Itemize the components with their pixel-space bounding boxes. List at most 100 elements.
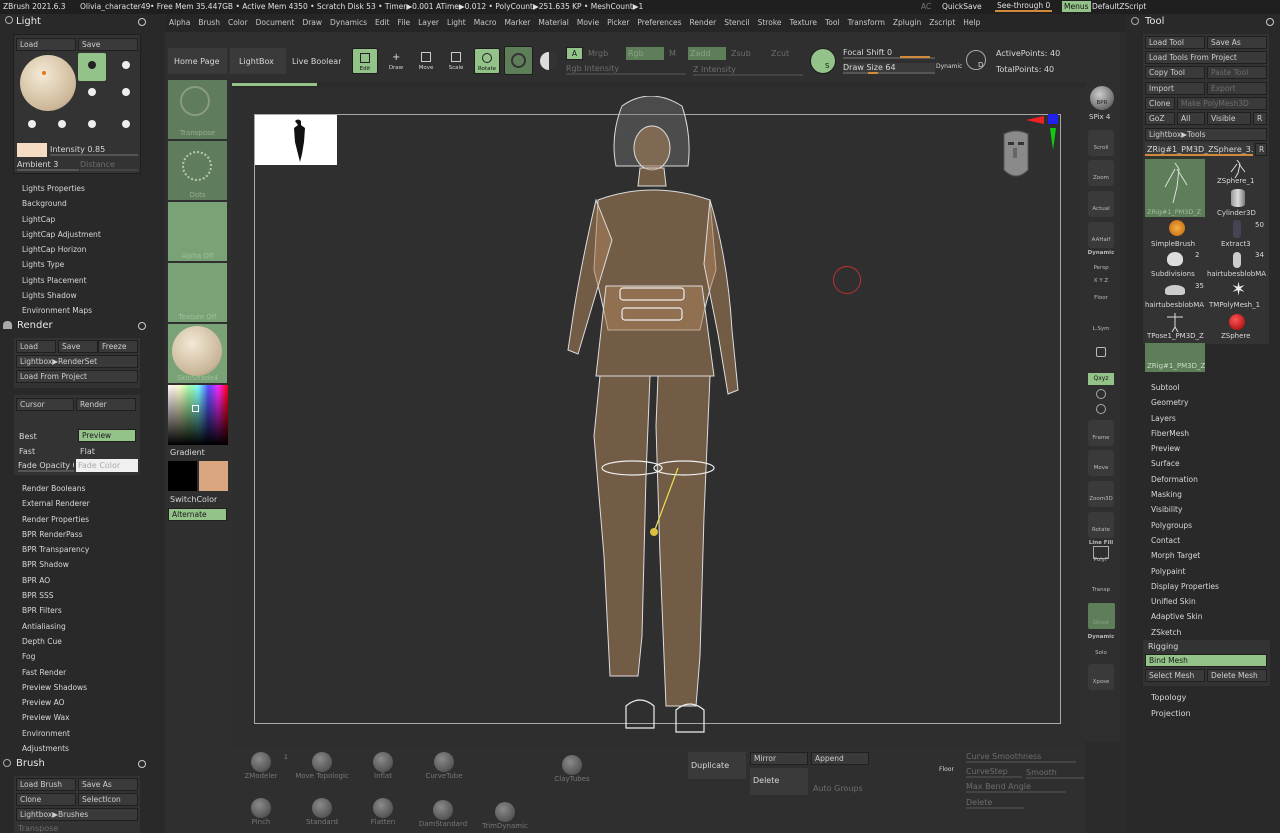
mirror-button[interactable]: Mirror — [750, 752, 808, 765]
light-save-button[interactable]: Save — [78, 38, 138, 51]
mrgb-toggle[interactable]: Mrgb — [588, 49, 608, 58]
xpose-button[interactable]: Xpose — [1088, 664, 1114, 690]
tool-thumb-cylinder[interactable]: Cylinder3D — [1207, 189, 1267, 218]
curvetube-brush-button[interactable]: CurveTube — [422, 752, 466, 782]
preview-button[interactable]: Preview — [78, 429, 136, 442]
rotate-axis-2-icon[interactable] — [1096, 404, 1106, 414]
load-tool-button[interactable]: Load Tool — [1145, 36, 1205, 49]
tool-thumb-simplebrush[interactable]: SimpleBrush — [1145, 220, 1205, 249]
trimdynamic-brush-button[interactable]: TrimDynamic — [480, 802, 530, 832]
bpr-transparency-item[interactable]: BPR Transparency — [0, 542, 160, 557]
select-icon-button[interactable]: SelectIcon — [78, 793, 138, 806]
menu-marker[interactable]: Marker — [500, 14, 534, 27]
best-button[interactable]: Best — [19, 432, 37, 441]
menu-zplugin[interactable]: Zplugin — [889, 14, 925, 27]
bpr-ao-item[interactable]: BPR AO — [0, 573, 160, 588]
rotate-view-button[interactable]: Rotate — [1088, 512, 1114, 538]
bpr-button[interactable]: BPR — [1090, 86, 1114, 110]
rgb-intensity-slider[interactable]: Rgb Intensity — [566, 64, 686, 75]
tool-thumb-zrig[interactable]: ZRig#1_PM3D_Z — [1145, 159, 1205, 217]
render-button[interactable]: Render — [76, 398, 136, 411]
brush-saveas-button[interactable]: Save As — [78, 778, 138, 791]
material-thumb[interactable]: SkinShade4 — [168, 324, 227, 383]
zoom-button[interactable]: Zoom — [1088, 160, 1114, 186]
dynamic-toggle[interactable]: Dynamic — [936, 63, 962, 70]
tool-thumb-hairtubes2[interactable]: 35 hairtubesblobMA — [1145, 281, 1205, 310]
auto-groups-button[interactable]: Auto Groups — [813, 784, 863, 793]
tool-thumb-zsphere[interactable]: ZSphere — [1207, 312, 1267, 341]
contact-item[interactable]: Contact — [1143, 533, 1273, 548]
bpr-filters-item[interactable]: BPR Filters — [0, 603, 160, 618]
lights-type-item[interactable]: Lights Type — [0, 257, 160, 272]
visibility-item[interactable]: Visibility — [1143, 502, 1273, 517]
fibermesh-item[interactable]: FiberMesh — [1143, 426, 1273, 441]
menu-brush[interactable]: Brush — [194, 14, 224, 27]
lights-properties-item[interactable]: Lights Properties — [0, 181, 160, 196]
preview-item[interactable]: Preview — [1143, 441, 1273, 456]
render-load-button[interactable]: Load — [16, 340, 56, 353]
layers-item[interactable]: Layers — [1143, 411, 1273, 426]
rotate-axis-1-icon[interactable] — [1096, 389, 1106, 399]
render-refresh-icon[interactable] — [138, 322, 146, 330]
environment-item[interactable]: Environment — [0, 726, 160, 741]
menu-macro[interactable]: Macro — [470, 14, 501, 27]
ghost-button[interactable]: Ghost — [1088, 603, 1115, 629]
menu-stencil[interactable]: Stencil — [720, 14, 753, 27]
lightcap-adjustment-item[interactable]: LightCap Adjustment — [0, 227, 160, 242]
m-toggle[interactable]: M — [669, 49, 676, 58]
menu-help[interactable]: Help — [959, 14, 984, 27]
load-tools-from-project-button[interactable]: Load Tools From Project — [1145, 51, 1267, 64]
scale-mode-button[interactable]: Scale — [443, 48, 469, 74]
bpr-renderpass-item[interactable]: BPR RenderPass — [0, 527, 160, 542]
switchcolor-button[interactable]: SwitchColor — [170, 495, 217, 504]
home-page-button[interactable]: Home Page — [168, 48, 227, 74]
fog-item[interactable]: Fog — [0, 649, 160, 664]
menu-alpha[interactable]: Alpha — [165, 14, 194, 27]
claytubes-brush-button[interactable]: ClayTubes — [552, 755, 592, 785]
topology-item[interactable]: Topology — [1151, 693, 1186, 702]
material-mode-icon[interactable] — [540, 52, 558, 70]
standard-brush-button[interactable]: Standard — [302, 798, 342, 828]
menu-document[interactable]: Document — [252, 14, 299, 27]
light-bulb-1-icon[interactable] — [78, 53, 106, 81]
z-intensity-slider[interactable]: Z Intensity — [693, 65, 803, 76]
load-brush-button[interactable]: Load Brush — [16, 778, 76, 791]
aahalf-button[interactable]: AAHalf — [1088, 222, 1114, 248]
edit-mode-button[interactable]: Edit — [352, 48, 378, 74]
render-booleans-item[interactable]: Render Booleans — [0, 481, 160, 496]
menu-file[interactable]: File — [394, 14, 415, 27]
max-bend-angle-slider[interactable]: Max Bend Angle — [966, 782, 1066, 793]
subtool-item[interactable]: Subtool — [1143, 380, 1273, 395]
navigation-thumbnail[interactable] — [255, 115, 337, 165]
goz-button[interactable]: GoZ — [1145, 112, 1175, 125]
lightbox-tools-button[interactable]: Lightbox▶Tools — [1145, 128, 1267, 141]
zoom3d-button[interactable]: Zoom3D — [1088, 481, 1114, 507]
antialiasing-item[interactable]: Antialiasing — [0, 619, 160, 634]
tool-thumb-zrig-subtool[interactable]: ZRig#1_PM3D_Z — [1145, 343, 1205, 372]
menu-texture[interactable]: Texture — [786, 14, 821, 27]
color-picker[interactable] — [168, 385, 228, 445]
goz-all-button[interactable]: All — [1177, 112, 1205, 125]
d-size-button[interactable]: D — [966, 50, 986, 70]
a-toggle[interactable]: A — [566, 47, 583, 60]
color-picker-cursor[interactable] — [192, 405, 199, 412]
fast-render-item[interactable]: Fast Render — [0, 665, 160, 680]
inflat-brush-button[interactable]: Inflat — [368, 752, 398, 782]
menu-stroke[interactable]: Stroke — [754, 14, 786, 27]
lightbox-button[interactable]: LightBox — [230, 48, 286, 74]
fade-color-swatch[interactable]: Fade Color — [76, 459, 138, 472]
texture-off-thumb[interactable]: Texture Off — [168, 263, 227, 322]
menu-transform[interactable]: Transform — [844, 14, 889, 27]
light-bulb-2-icon[interactable] — [112, 53, 140, 81]
light-bulb-6-icon[interactable] — [54, 117, 70, 133]
gradient-label[interactable]: Gradient — [170, 448, 205, 457]
fast-button[interactable]: Fast — [19, 447, 35, 456]
spix-slider[interactable]: SPix 4 — [1089, 113, 1110, 121]
rotate-mode-button[interactable]: Rotate — [474, 48, 500, 74]
flatten-brush-button[interactable]: Flatten — [368, 798, 398, 828]
dots-stroke-thumb[interactable]: Dots — [168, 141, 227, 200]
tool-saveas-button[interactable]: Save As — [1207, 36, 1267, 49]
deformation-item[interactable]: Deformation — [1143, 472, 1273, 487]
fade-opacity-slider[interactable]: Fade Opacity 0 — [18, 461, 74, 472]
current-tool-r-button[interactable]: R — [1255, 143, 1267, 156]
